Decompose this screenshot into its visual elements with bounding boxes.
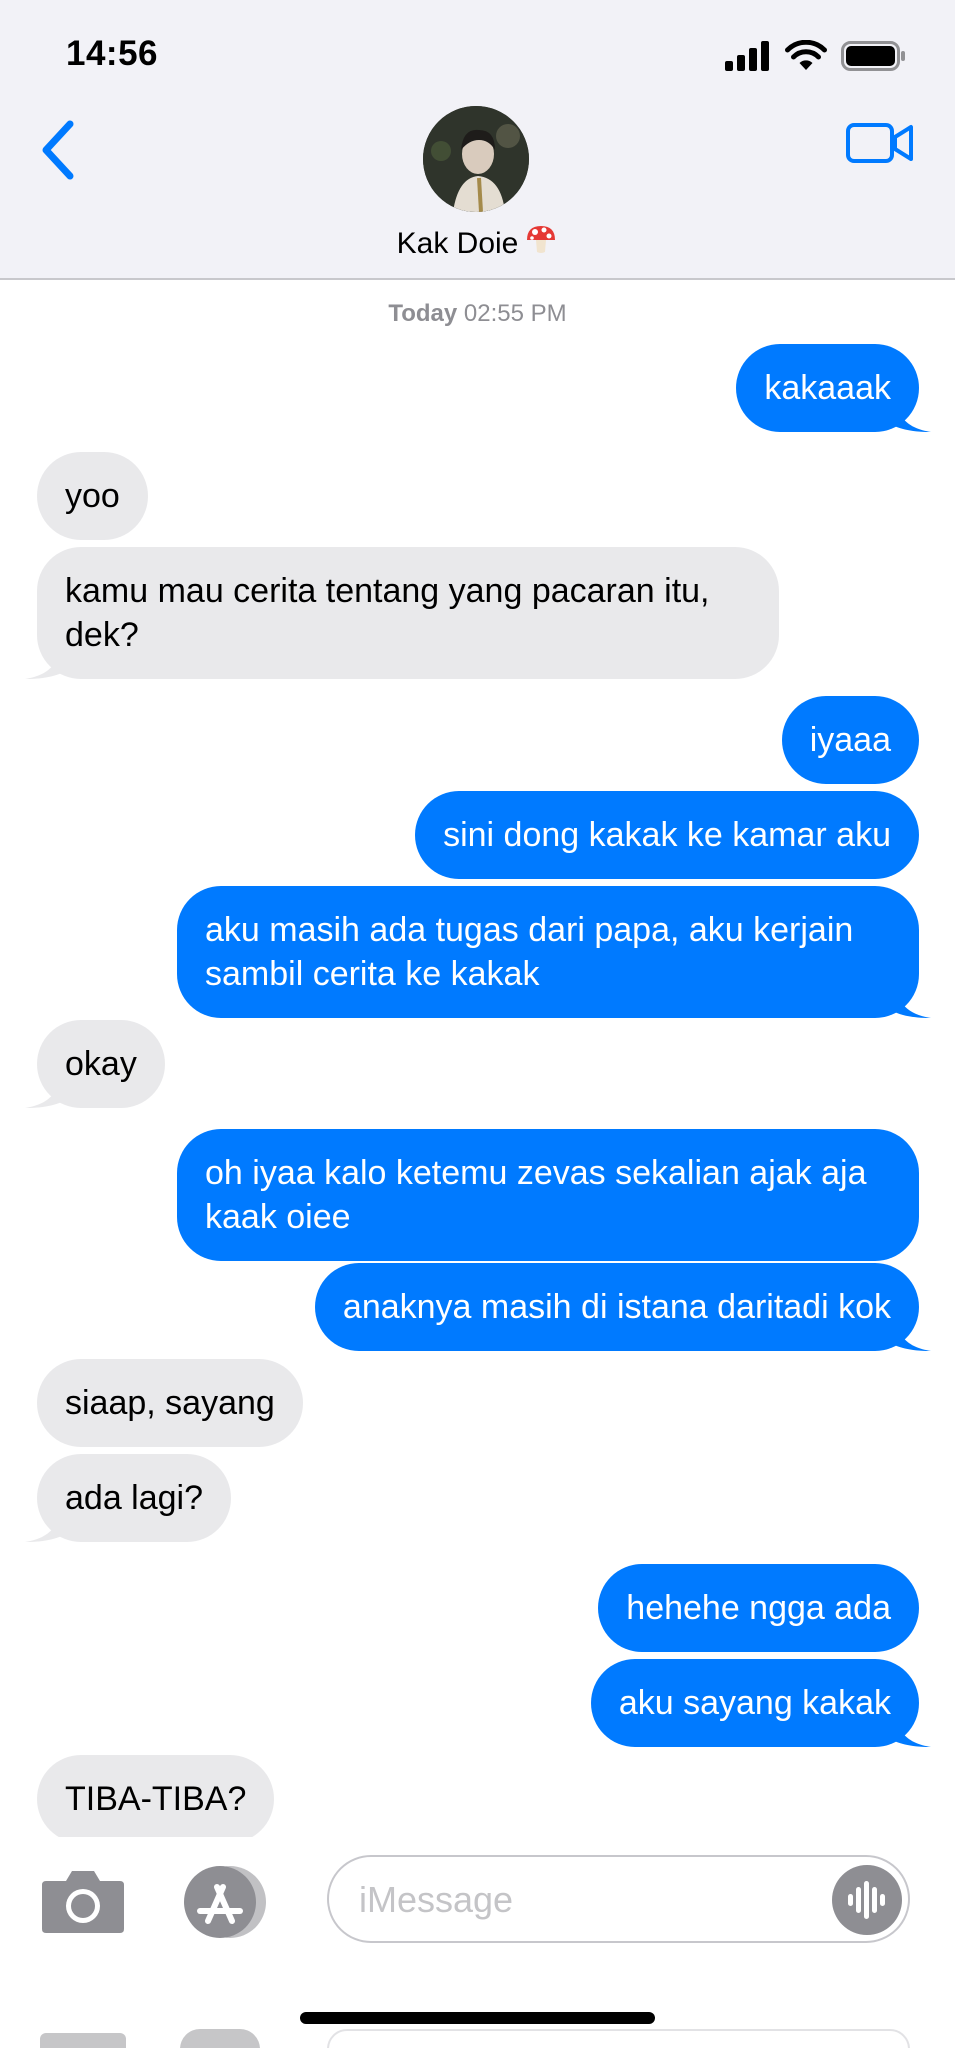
timestamp-day: Today [388,300,458,327]
message-bubble-sent[interactable]: hehehe ngga ada [598,1564,919,1652]
mushroom-emoji-icon [524,222,558,264]
message-input[interactable] [359,1875,799,1925]
message-text: oh iyaa kalo ketemu zevas sekalian ajak … [205,1154,867,1236]
message-bubble-sent[interactable]: anaknya masih di istana daritadi kok [314,1263,931,1351]
message-field[interactable] [327,1855,910,1943]
message-thread[interactable]: Today 02:55 PM kakaaak yoo kamu mau ceri… [0,282,955,1837]
message-text: yoo [65,477,120,515]
message-text: iyaaa [809,721,891,759]
compose-bar [0,1837,955,2048]
message-bubble-received[interactable]: yoo [37,452,148,540]
message-bubble-sent[interactable]: iyaaa [781,696,919,784]
status-icons [725,38,907,74]
bubble-tail [891,388,931,432]
bubble-tail [891,974,931,1018]
contact-name-text: Kak Doie [396,227,519,260]
message-text: hehehe ngga ada [626,1589,891,1627]
message-bubble-received[interactable]: kamu mau cerita tentang yang pacaran itu… [25,547,779,679]
message-bubble-received[interactable]: ada lagi? [25,1454,232,1542]
chevron-left-icon[interactable] [36,118,86,182]
message-text: ada lagi? [65,1479,204,1517]
bubble-tail [25,1498,65,1542]
keyboard-ghost-row [0,2029,955,2048]
status-time: 14:56 [66,34,159,73]
message-text: TIBA-TIBA? [65,1780,247,1818]
app-store-icon[interactable] [178,1863,274,1941]
message-bubble-sent[interactable]: kakaaak [736,344,931,432]
audio-button[interactable] [832,1865,902,1935]
bubble-tail [891,1307,931,1351]
message-text: kamu mau cerita tentang yang pacaran itu… [65,572,710,654]
message-bubble-received[interactable]: siaap, sayang [37,1359,303,1447]
message-text: sini dong kakak ke kamar aku [443,816,891,854]
audio-waveform-icon [848,1881,885,1919]
contact-avatar[interactable] [423,106,529,212]
bubble-tail [25,1064,65,1108]
contact-name[interactable]: Kak Doie [0,222,955,264]
thread-timestamp: Today 02:55 PM [0,300,955,328]
timestamp-time: 02:55 PM [463,300,567,327]
battery-icon [841,41,905,71]
message-bubble-sent[interactable]: aku masih ada tugas dari papa, aku kerja… [177,886,931,1018]
message-text: anaknya masih di istana daritadi kok [342,1288,891,1326]
navigation-header: 14:56 Kak Doie [0,0,955,280]
avatar-photo [423,106,529,212]
wifi-icon [785,40,827,70]
message-bubble-received[interactable]: okay [25,1020,165,1108]
message-text: aku masih ada tugas dari papa, aku kerja… [205,911,854,993]
message-text: okay [65,1045,137,1083]
camera-icon[interactable] [40,1867,126,1937]
message-bubble-received[interactable]: TIBA-TIBA? [37,1755,275,1837]
bubble-tail [25,635,65,679]
video-camera-icon[interactable] [845,118,915,168]
message-bubble-sent[interactable]: aku sayang kakak [590,1659,931,1747]
cellular-signal-icon [725,41,769,71]
message-text: siaap, sayang [65,1384,275,1422]
home-indicator[interactable] [300,2012,655,2024]
bubble-tail [891,1703,931,1747]
message-bubble-sent[interactable]: oh iyaa kalo ketemu zevas sekalian ajak … [177,1129,919,1261]
message-text: aku sayang kakak [618,1684,891,1722]
message-bubble-sent[interactable]: sini dong kakak ke kamar aku [415,791,919,879]
message-text: kakaaak [764,369,891,407]
